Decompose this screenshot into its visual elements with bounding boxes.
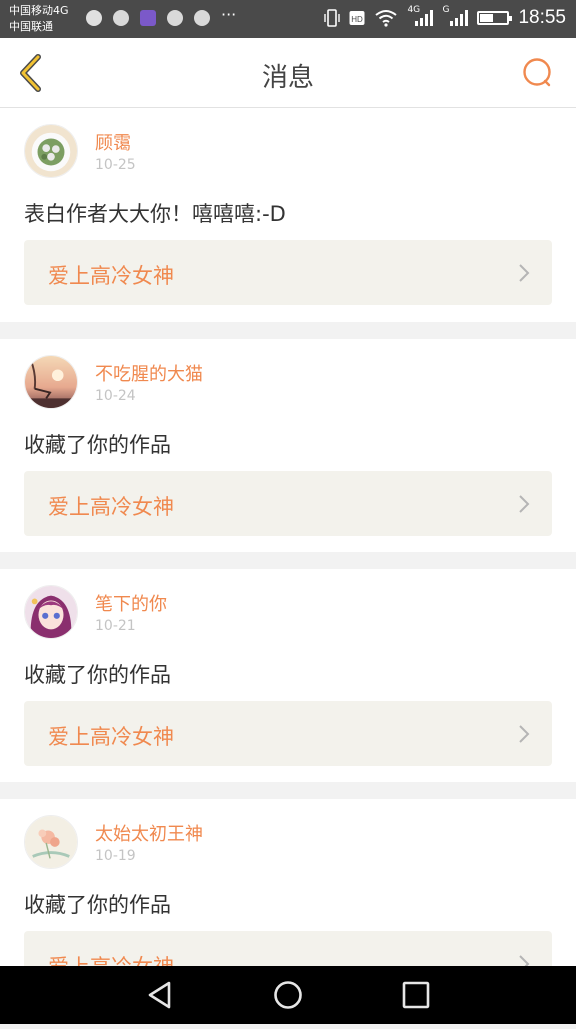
signal-g-icon: G bbox=[442, 5, 469, 28]
message-card: 顾霭 10-25 表白作者大大你！嘻嘻嘻:-D 爱上高冷女神 bbox=[0, 108, 576, 322]
message-date: 10-21 bbox=[95, 618, 136, 634]
message-date: 10-25 bbox=[95, 157, 136, 173]
back-icon[interactable] bbox=[144, 979, 176, 1011]
message-date: 10-19 bbox=[95, 848, 136, 864]
recents-icon[interactable] bbox=[400, 979, 432, 1011]
avatar[interactable] bbox=[24, 815, 78, 869]
page-title: 消息 bbox=[261, 63, 314, 93]
vibrate-icon bbox=[324, 9, 341, 27]
username[interactable]: 顾霭 bbox=[95, 129, 131, 155]
message-card: 笔下的你 10-21 收藏了你的作品 爱上高冷女神 bbox=[0, 569, 576, 782]
chevron-right-icon bbox=[519, 725, 530, 743]
chat-notification-icon bbox=[167, 10, 183, 26]
work-title: 爱上高冷女神 bbox=[48, 725, 174, 749]
carrier-info: 中国移动4G 中国联通 bbox=[9, 3, 69, 35]
status-bar: 中国移动4G 中国联通 ··· HD 4G G 18:55 bbox=[0, 0, 576, 38]
svg-text:HD: HD bbox=[352, 15, 364, 24]
carrier-line-1: 中国移动4G bbox=[9, 4, 69, 17]
wifi-icon bbox=[375, 10, 398, 27]
signal-4g-icon: 4G bbox=[407, 5, 434, 28]
avatar[interactable] bbox=[24, 124, 78, 178]
search-icon[interactable] bbox=[522, 57, 554, 89]
notification-icons: ··· bbox=[86, 5, 237, 26]
avatar[interactable] bbox=[24, 585, 78, 639]
system-icons: HD 4G G 18:55 bbox=[324, 5, 566, 29]
settings-notification-icon bbox=[194, 10, 210, 26]
gallery-notification-icon bbox=[140, 10, 156, 26]
top-navigation-bar: 消息 bbox=[0, 38, 576, 108]
message-card: 不吃腥的大猫 10-24 收藏了你的作品 爱上高冷女神 bbox=[0, 339, 576, 552]
more-notifications-icon: ··· bbox=[221, 5, 237, 24]
carrier-line-2: 中国联通 bbox=[9, 20, 53, 33]
message-text: 收藏了你的作品 bbox=[24, 433, 171, 457]
message-text: 表白作者大大你！嘻嘻嘻:-D bbox=[24, 202, 286, 226]
status-time: 18:55 bbox=[518, 7, 566, 28]
avatar[interactable] bbox=[24, 355, 78, 409]
message-list: 顾霭 10-25 表白作者大大你！嘻嘻嘻:-D 爱上高冷女神 不吃腥的大猫 10… bbox=[0, 108, 576, 1029]
work-link[interactable]: 爱上高冷女神 bbox=[24, 240, 552, 305]
work-title: 爱上高冷女神 bbox=[48, 495, 174, 519]
battery-level bbox=[480, 14, 494, 22]
username[interactable]: 不吃腥的大猫 bbox=[95, 360, 203, 386]
work-title: 爱上高冷女神 bbox=[48, 264, 174, 288]
username[interactable]: 笔下的你 bbox=[95, 590, 167, 616]
hd-icon: HD bbox=[349, 11, 365, 25]
battery-icon bbox=[477, 11, 513, 25]
work-link[interactable]: 爱上高冷女神 bbox=[24, 701, 552, 766]
system-navigation-bar bbox=[0, 966, 576, 1024]
home-icon[interactable] bbox=[272, 979, 304, 1011]
app-notification-icon bbox=[86, 10, 102, 26]
chevron-right-icon bbox=[519, 264, 530, 282]
message-text: 收藏了你的作品 bbox=[24, 663, 171, 687]
message-text: 收藏了你的作品 bbox=[24, 893, 171, 917]
work-link[interactable]: 爱上高冷女神 bbox=[24, 471, 552, 536]
username[interactable]: 太始太初王神 bbox=[95, 820, 203, 846]
chevron-right-icon bbox=[519, 495, 530, 513]
message-date: 10-24 bbox=[95, 388, 136, 404]
app-notification-icon bbox=[113, 10, 129, 26]
